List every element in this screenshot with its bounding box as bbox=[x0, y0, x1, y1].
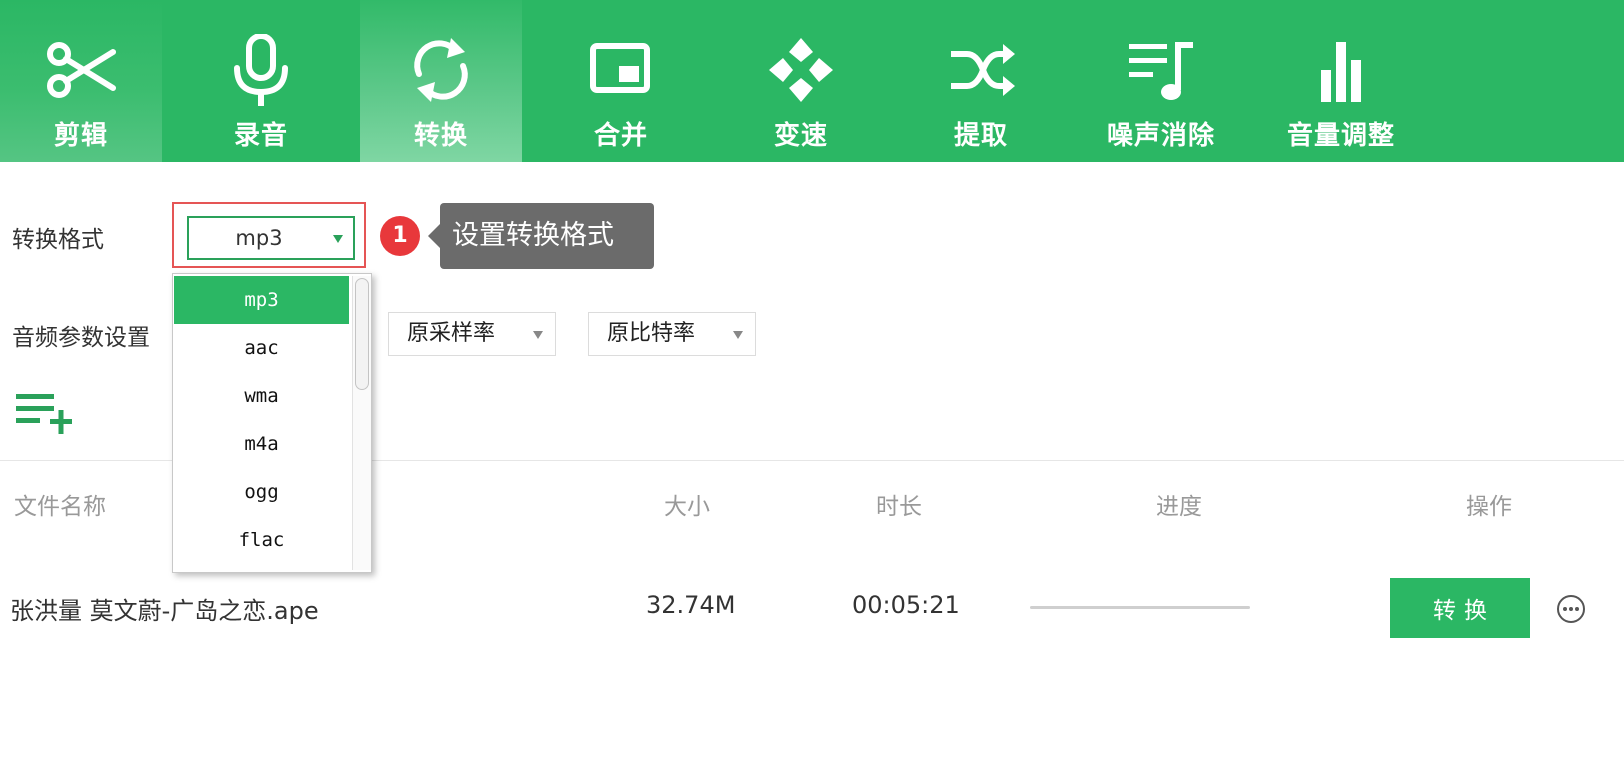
scissors-icon bbox=[0, 34, 162, 106]
tool-volume[interactable]: 音量调整 bbox=[1260, 0, 1422, 162]
format-select[interactable]: mp3 bbox=[187, 216, 355, 260]
tool-cut[interactable]: 剪辑 bbox=[0, 0, 162, 162]
file-duration: 00:05:21 bbox=[852, 591, 960, 619]
format-option-wma[interactable]: wma bbox=[174, 372, 349, 420]
dropdown-scrollbar[interactable] bbox=[352, 276, 371, 570]
tool-convert[interactable]: 转换 bbox=[360, 0, 522, 162]
tool-label: 变速 bbox=[773, 121, 828, 151]
volume-bars-icon bbox=[1260, 34, 1422, 106]
tool-label: 提取 bbox=[953, 121, 1008, 151]
sample-rate-select[interactable]: 原采样率 bbox=[388, 312, 556, 356]
convert-button[interactable]: 转换 bbox=[1390, 578, 1530, 638]
microphone-icon bbox=[180, 34, 342, 106]
speed-icon bbox=[720, 34, 882, 106]
noise-icon bbox=[1080, 34, 1242, 106]
tool-speed[interactable]: 变速 bbox=[720, 0, 882, 162]
format-option-aac[interactable]: aac bbox=[174, 324, 349, 372]
tool-label: 合并 bbox=[593, 121, 648, 151]
tool-extract[interactable]: 提取 bbox=[900, 0, 1062, 162]
tool-label: 录音 bbox=[233, 121, 288, 151]
convert-icon bbox=[360, 34, 522, 106]
progress-bar bbox=[1030, 606, 1250, 609]
audio-params-label: 音频参数设置 bbox=[12, 325, 150, 351]
bit-rate-select[interactable]: 原比特率 bbox=[588, 312, 756, 356]
step-badge: 1 bbox=[380, 216, 420, 256]
file-name: 张洪量 莫文蔚-广岛之恋.ape bbox=[10, 597, 319, 625]
format-label: 转换格式 bbox=[12, 227, 104, 253]
header-duration: 时长 bbox=[876, 494, 922, 520]
tool-label: 剪辑 bbox=[53, 121, 108, 151]
tool-denoise[interactable]: 噪声消除 bbox=[1080, 0, 1242, 162]
format-option-ogg[interactable]: ogg bbox=[174, 468, 349, 516]
add-list-icon bbox=[16, 394, 72, 434]
format-option-mp3[interactable]: mp3 bbox=[174, 276, 349, 324]
chevron-down-icon bbox=[333, 235, 343, 243]
guide-tooltip: 设置转换格式 bbox=[440, 203, 654, 269]
header-progress: 进度 bbox=[1156, 494, 1202, 520]
shuffle-icon bbox=[900, 34, 1062, 106]
merge-icon bbox=[540, 34, 702, 106]
more-options-icon[interactable] bbox=[1556, 594, 1586, 624]
header-size: 大小 bbox=[664, 494, 710, 520]
tool-label: 噪声消除 bbox=[1106, 121, 1215, 151]
tool-merge[interactable]: 合并 bbox=[540, 0, 702, 162]
format-selected-value: mp3 bbox=[235, 226, 283, 250]
header-name: 文件名称 bbox=[14, 494, 106, 520]
format-option-m4a[interactable]: m4a bbox=[174, 420, 349, 468]
file-size: 32.74M bbox=[646, 591, 736, 619]
tool-label: 转换 bbox=[413, 121, 468, 151]
tool-record[interactable]: 录音 bbox=[180, 0, 342, 162]
chevron-down-icon bbox=[733, 331, 743, 339]
header-action: 操作 bbox=[1466, 494, 1512, 520]
main-toolbar: 剪辑 录音 转换 合并 变速 提取 噪声消除 音量调整 bbox=[0, 0, 1624, 162]
sample-rate-value: 原采样率 bbox=[407, 321, 496, 346]
tool-label: 音量调整 bbox=[1286, 121, 1395, 151]
tooltip-arrow bbox=[428, 224, 440, 248]
format-option-flac[interactable]: flac bbox=[174, 516, 349, 564]
add-files-button[interactable] bbox=[14, 392, 74, 438]
format-dropdown-list: mp3 aac wma m4a ogg flac bbox=[172, 273, 372, 573]
scrollbar-thumb[interactable] bbox=[355, 278, 369, 390]
bit-rate-value: 原比特率 bbox=[607, 321, 696, 346]
chevron-down-icon bbox=[533, 331, 543, 339]
